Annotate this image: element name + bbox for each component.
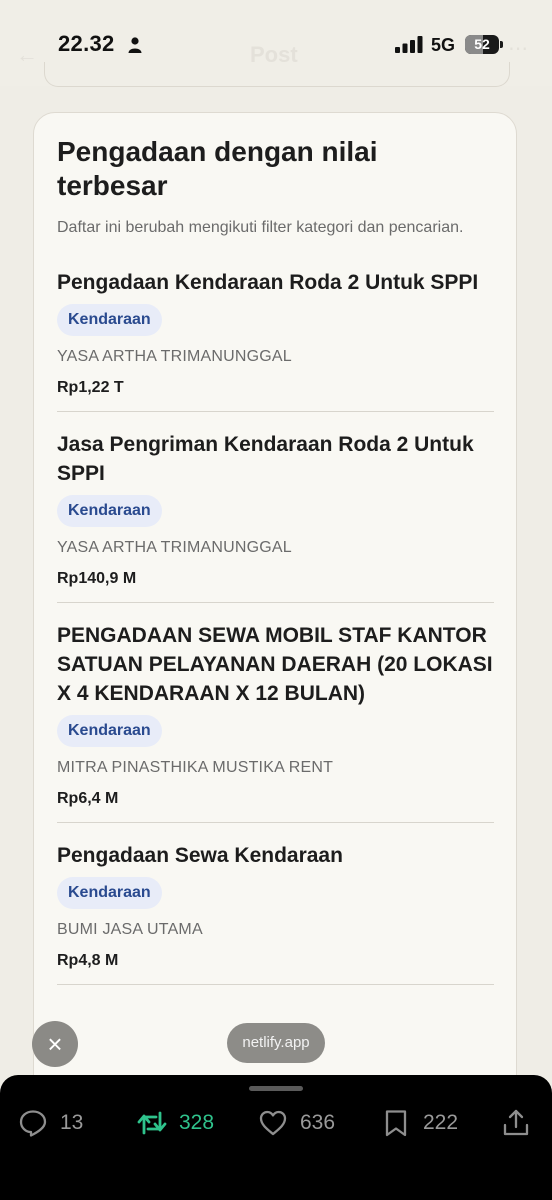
reply-icon — [19, 1110, 47, 1137]
person-icon — [128, 37, 142, 53]
category-tag[interactable]: Kendaraan — [57, 877, 162, 909]
category-tag[interactable]: Kendaraan — [57, 715, 162, 747]
url-pill[interactable]: netlify.app — [227, 1023, 325, 1063]
reply-button[interactable]: 13 — [18, 1107, 83, 1139]
card-description: Daftar ini berubah mengikuti filter kate… — [57, 219, 464, 236]
share-button[interactable] — [501, 1107, 531, 1139]
network-label: 5G — [431, 35, 456, 55]
vendor-name: MITRA PINASTHIKA MUSTIKA RENT — [57, 759, 334, 776]
like-button[interactable]: 636 — [258, 1107, 335, 1139]
vendor-name: YASA ARTHA TRIMANUNGGAL — [57, 539, 292, 556]
battery-level: 52 — [474, 36, 490, 52]
reply-count: 13 — [60, 1111, 84, 1134]
amount: Rp1,22 T — [57, 379, 124, 396]
procurement-item[interactable]: Pengadaan Sewa Kendaraan Kendaraan BUMI … — [57, 823, 494, 985]
battery-tip — [500, 41, 503, 48]
amount: Rp4,8 M — [57, 952, 119, 969]
category-tag[interactable]: Kendaraan — [57, 304, 162, 336]
bookmark-icon — [385, 1110, 407, 1137]
category-tag[interactable]: Kendaraan — [57, 495, 162, 527]
more-icon[interactable]: ⋯ — [508, 36, 528, 61]
status-bar: ← Post ⋯ 22.32 5G 52 — [0, 0, 552, 87]
repost-count: 328 — [179, 1111, 215, 1134]
bottom-action-bar: 13 328 636 222 — [0, 1075, 552, 1200]
heart-icon — [259, 1110, 287, 1136]
procurement-item[interactable]: Jasa Pengriman Kendaraan Roda 2 Untuk SP… — [57, 412, 494, 603]
repost-button[interactable]: 328 — [137, 1107, 214, 1139]
procurement-item[interactable]: Pengadaan Kendaraan Roda 2 Untuk SPPI Ke… — [57, 240, 494, 412]
signal-icon — [395, 36, 423, 53]
close-icon[interactable]: × — [32, 1021, 78, 1067]
share-icon — [503, 1109, 529, 1136]
item-title: Pengadaan Sewa Kendaraan — [57, 844, 343, 867]
vendor-name: YASA ARTHA TRIMANUNGGAL — [57, 348, 292, 365]
item-title: Jasa Pengriman Kendaraan Roda 2 Untuk SP… — [57, 433, 474, 485]
battery-icon: 52 — [465, 35, 499, 54]
vendor-name: BUMI JASA UTAMA — [57, 921, 203, 938]
clock: 22.32 — [58, 31, 115, 56]
procurement-card: Pengadaan dengan nilai terbesar Daftar i… — [33, 112, 517, 1112]
drag-handle[interactable] — [249, 1086, 303, 1091]
bookmark-count: 222 — [423, 1111, 459, 1134]
item-title: Pengadaan Kendaraan Roda 2 Untuk SPPI — [57, 271, 479, 294]
amount: Rp140,9 M — [57, 570, 137, 587]
procurement-item[interactable]: PENGADAAN SEWA MOBIL STAF KANTOR SATUAN … — [57, 603, 494, 823]
back-arrow-icon[interactable]: ← — [16, 42, 38, 68]
amount: Rp6,4 M — [57, 790, 119, 807]
like-count: 636 — [300, 1111, 336, 1134]
bookmark-button[interactable]: 222 — [381, 1107, 458, 1139]
previous-card-edge — [44, 62, 510, 87]
repost-icon — [137, 1111, 167, 1135]
card-title: Pengadaan dengan nilai terbesar — [57, 136, 378, 201]
item-title: PENGADAAN SEWA MOBIL STAF KANTOR SATUAN … — [57, 624, 493, 705]
